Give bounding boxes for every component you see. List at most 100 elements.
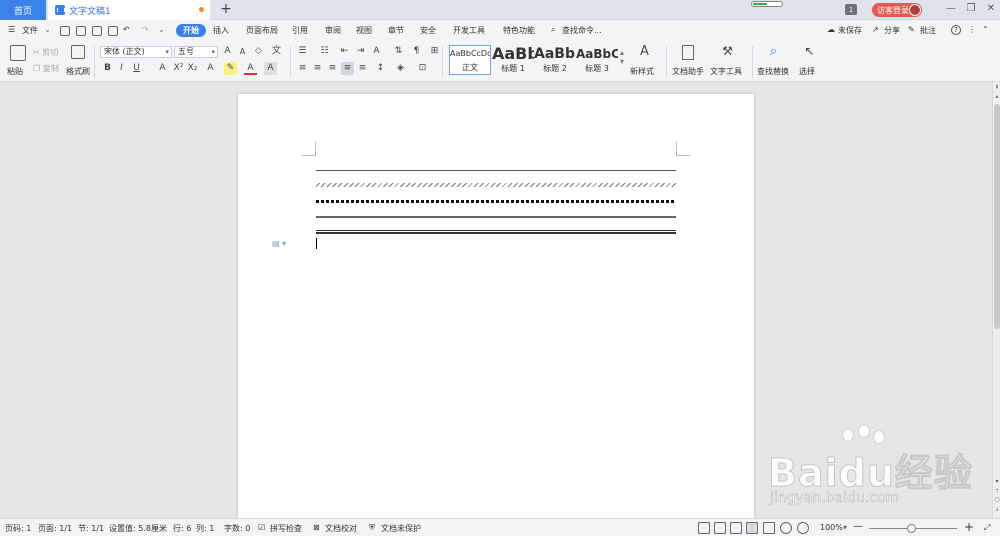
zoom-slider-handle[interactable] [907,524,916,533]
undo-icon[interactable]: ↶ [123,25,130,34]
line-spacing-icon[interactable]: ↕ [374,62,387,75]
style-normal[interactable]: AaBbCcDd 正文 [449,45,491,75]
new-style-icon[interactable]: A [638,45,651,58]
web-view-icon[interactable] [780,522,792,534]
menu-start[interactable]: 开始 [176,24,206,37]
show-marks-icon[interactable]: ¶ [410,45,423,58]
eye-protect-icon[interactable] [797,522,809,534]
menu-page-layout[interactable]: 页面布局 [246,25,278,36]
customize-icon[interactable]: ⌄ [158,25,165,34]
scroll-top-icon[interactable]: ⇞ [993,84,1000,91]
status-page-number[interactable]: 页码: 1 [5,523,31,534]
status-word-count[interactable]: 字数: 0 [224,523,250,534]
menu-file[interactable]: 文件 [22,25,38,36]
scroll-up-icon[interactable]: ▴ [993,93,1000,100]
outline-view-icon[interactable] [763,522,775,534]
copy-button[interactable]: ❐ 复制 [33,63,59,74]
style-heading-3[interactable]: AaBbC( 标题 3 [576,45,618,75]
chevron-down-icon[interactable]: ⌄ [44,25,51,34]
menu-developer[interactable]: 开发工具 [453,25,485,36]
status-pages[interactable]: 页面: 1/1 [38,523,72,534]
status-row[interactable]: 行: 6 [173,523,191,534]
font-family-select[interactable]: 宋体 (正文) [100,46,172,58]
minimize-button[interactable]: — [944,2,958,16]
collapse-ribbon-icon[interactable]: ⌃ [982,25,989,34]
menu-reference[interactable]: 引用 [292,25,308,36]
menu-special[interactable]: 特色功能 [503,25,535,36]
highlight-icon[interactable]: ✎ [224,62,237,75]
paste-button[interactable]: 粘贴 [7,66,23,77]
scroll-down-icon[interactable]: ▾ [993,478,1000,485]
clear-format-icon[interactable]: ◇ [252,45,265,58]
underline-button[interactable]: U [130,62,143,75]
border-icon[interactable]: ⊡ [416,62,429,75]
bullets-icon[interactable]: ☰ [296,45,309,58]
doc-assist-icon[interactable] [682,45,694,60]
spell-check-button[interactable]: 拼写检查 [270,523,302,534]
share-button[interactable]: 分享 [884,25,900,36]
doc-assist-button[interactable]: 文档助手 [672,66,704,77]
zoom-in-button[interactable]: + [964,520,974,534]
distribute-icon[interactable]: ≡ [356,62,369,75]
decrease-indent-icon[interactable]: ⇤ [338,45,351,58]
strikethrough-icon[interactable]: A [156,62,169,75]
menu-security[interactable]: 安全 [420,25,436,36]
menu-review[interactable]: 审阅 [325,25,341,36]
print-icon[interactable] [92,26,102,36]
menu-chapter[interactable]: 章节 [388,25,404,36]
style-heading-1[interactable]: AaBb 标题 1 [492,45,534,75]
fullscreen-icon[interactable] [698,522,710,534]
bold-button[interactable]: B [101,62,114,75]
increase-indent-icon[interactable]: ⇥ [354,45,367,58]
styles-scroll-icon[interactable]: ▴ ▾ [620,48,624,66]
help-button[interactable]: ? [951,25,961,35]
menu-view[interactable]: 视图 [356,25,372,36]
restore-button[interactable]: ❐ [964,2,978,16]
close-button[interactable]: ✕ [984,2,998,16]
tab-document[interactable]: 文字文稿1 [48,0,210,20]
chinese-layout-icon[interactable]: A [370,45,383,58]
new-style-button[interactable]: 新样式 [630,66,654,77]
comment-button[interactable]: 批注 [920,25,936,36]
visitor-login-button[interactable]: 访客登录 [872,3,922,17]
export-pdf-icon[interactable] [76,26,86,36]
numbering-icon[interactable]: ☷ [318,45,331,58]
window-count-badge[interactable]: 1 [845,4,857,15]
fit-page-icon[interactable]: ⤢ [984,523,990,533]
print-preview-icon[interactable] [108,26,118,36]
table-icon[interactable]: ⊞ [428,45,441,58]
sort-icon[interactable]: ⇅ [392,45,405,58]
zoom-out-button[interactable]: — [853,521,863,532]
find-replace-button[interactable]: 查找替换 [757,66,789,77]
align-left-icon[interactable]: ≡ [296,62,309,75]
text-tool-icon[interactable]: ⚒ [721,45,734,58]
hamburger-icon[interactable]: ☰ [8,25,15,34]
cut-button[interactable]: ✂ 剪切 [33,47,58,58]
font-color-icon[interactable]: A [244,62,257,75]
more-icon[interactable]: ⋮ [968,25,976,34]
page-view-icon[interactable] [746,522,758,534]
char-shading-icon[interactable]: A [264,62,277,75]
proofread-button[interactable]: 文档校对 [325,523,357,534]
zoom-dropdown-icon[interactable]: ▾ [843,523,847,532]
prev-page-icon[interactable]: ⇡ [993,488,1000,495]
paste-icon[interactable] [10,45,26,61]
write-mode-icon[interactable] [730,522,742,534]
zoom-level[interactable]: 100% [820,523,843,532]
align-right-icon[interactable]: ≡ [326,62,339,75]
scroll-thumb[interactable] [994,104,1000,329]
unsaved-status[interactable]: 未保存 [838,25,862,36]
menu-insert[interactable]: 插入 [213,25,229,36]
paste-options-icon[interactable]: ▤ ▾ [272,239,286,248]
vertical-scrollbar[interactable]: ⇞ ▴ ▾ ⇡ ○ ⇣ [992,82,1000,518]
status-setting[interactable]: 设置值: 5.8厘米 [109,523,167,534]
text-effect-icon[interactable]: A [204,62,217,75]
shrink-font-icon[interactable]: A [236,45,249,58]
command-search[interactable]: 查找命令... [562,25,602,36]
font-size-select[interactable]: 五号 [174,46,218,58]
subscript-icon[interactable]: X₂ [186,62,199,75]
save-icon[interactable] [60,26,70,36]
document-page[interactable]: ▤ ▾ [238,94,754,518]
status-section[interactable]: 节: 1/1 [78,523,104,534]
grow-font-icon[interactable]: A [221,45,234,58]
